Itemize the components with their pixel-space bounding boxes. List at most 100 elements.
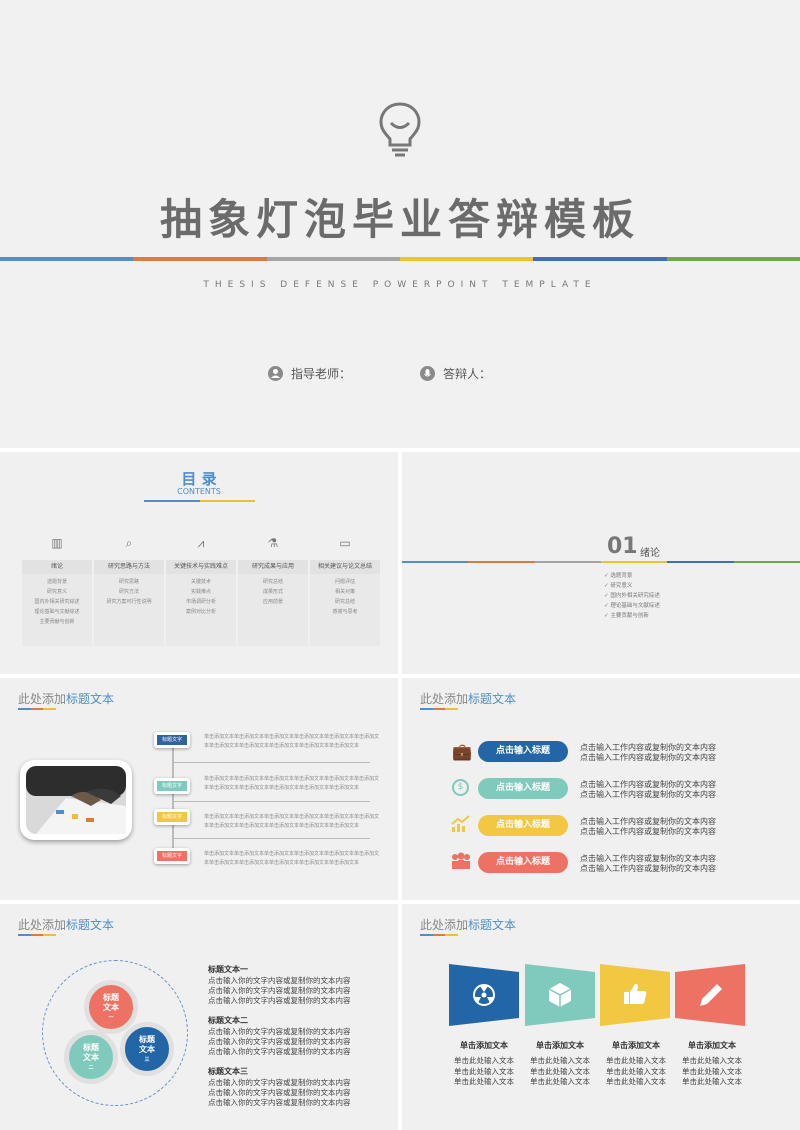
- column-title: 单击添加文本: [460, 1041, 508, 1050]
- team-icon: [452, 852, 470, 869]
- toc-underline: [144, 500, 255, 502]
- circle-node: 标题 文本一: [84, 980, 138, 1034]
- stripe-segment: [133, 257, 267, 261]
- compass-icon: ⩘: [197, 536, 205, 550]
- meeting-photo: [26, 766, 126, 834]
- column-banner: [600, 964, 670, 1026]
- toc-slide: 目 录 CONTENTS ▥ 绪论 选题背景 研究意义 国内外相关研究综述 理论…: [0, 452, 398, 674]
- toc-column-label: 研究思路与方法: [94, 560, 164, 574]
- defender-label: 答辩人：: [443, 367, 492, 381]
- row-text: 点击输入工作内容或复制你的文本内容 点击输入工作内容或复制你的文本内容: [580, 780, 716, 799]
- column-text: 单击此处输入文本 单击此处输入文本 单击此处输入文本: [530, 1056, 590, 1086]
- toc-item: 案例对比分析: [185, 609, 216, 615]
- slide-header: 此处添加标题文本: [18, 692, 115, 706]
- toc-item: 问题评估: [334, 579, 355, 585]
- row-text: 点击输入工作内容或复制你的文本内容 点击输入工作内容或复制你的文本内容: [580, 817, 716, 836]
- block-title: 标题文本二: [208, 1016, 248, 1025]
- person-icon: [268, 366, 283, 381]
- chapter-stripe: [402, 561, 800, 563]
- toc-column[interactable]: ⩘ 关键技术与实践难点 关键技术 实践难点 市场调研分析 案例对比分析: [166, 536, 236, 646]
- chapter-slide: 01 绪论 ✓ 选题背景 ✓ 研究意义 ✓ 国内外相关研究综述 ✓ 理论基础与文…: [402, 452, 800, 674]
- advisor-field: 指导老师：: [268, 365, 351, 382]
- header-underline: [18, 934, 57, 936]
- chapter-item: ✓ 理论基础与文献综述: [604, 603, 660, 609]
- timeline-text: 单击添加文本单击添加文本单击添加文本单击添加文本单击添加文本单击添加文 本单击添加…: [204, 734, 380, 749]
- title-pill[interactable]: 点击输入标题: [478, 852, 568, 873]
- toc-column-items: 问题评估 相关对策 研究总结 感谢与思考: [310, 574, 380, 646]
- color-stripe: [0, 257, 800, 261]
- microphone-icon: [420, 366, 435, 381]
- toc-item: 市场调研分析: [185, 599, 216, 605]
- divider: [174, 762, 370, 763]
- block-title: 标题文本一: [208, 965, 248, 974]
- toc-item: 研究思路: [118, 579, 139, 585]
- toc-item: 研究方案可行性说明: [106, 599, 152, 605]
- cover-subtitle: THESIS DEFENSE POWERPOINT TEMPLATE: [203, 280, 597, 290]
- divider: [174, 838, 370, 839]
- block-text: 点击输入你的文字内容或复制你的文本内容 点击输入你的文字内容或复制你的文本内容 点击…: [208, 1078, 351, 1107]
- chapter-list: ✓ 选题背景 ✓ 研究意义 ✓ 国内外相关研究综述 ✓ 理论基础与文献综述 ✓ …: [604, 571, 660, 621]
- toc-item: 主要贡献与创新: [39, 619, 75, 625]
- toc-column-items: 选题背景 研究意义 国内外相关研究综述 理论基础与文献综述 主要贡献与创新: [22, 574, 92, 646]
- timeline-tag: 标题文字: [154, 778, 190, 794]
- title-pill[interactable]: 点击输入标题: [478, 815, 568, 836]
- magnifier-icon: ⌕: [125, 536, 133, 550]
- title-pill[interactable]: 点击输入标题: [478, 778, 568, 799]
- toc-item: 相关对策: [334, 589, 355, 595]
- slide-header: 此处添加标题文本: [420, 918, 517, 932]
- list-slide: 此处添加标题文本 💼 点击输入标题 点击输入工作内容或复制你的文本内容 点击输入工…: [402, 678, 800, 900]
- timeline-axis: [172, 746, 174, 860]
- row-text: 点击输入工作内容或复制你的文本内容 点击输入工作内容或复制你的文本内容: [580, 743, 716, 762]
- stripe-segment: [533, 257, 667, 261]
- chapter-item: ✓ 选题背景: [604, 573, 633, 579]
- column-text: 单击此处输入文本 单击此处输入文本 单击此处输入文本: [454, 1056, 514, 1086]
- toc-column-items: 研究总结 成果形式 应用前景: [238, 574, 308, 646]
- timeline-tag: 标题文字: [154, 809, 190, 825]
- chapter-number: 01: [607, 534, 638, 559]
- toc-item: 感谢与思考: [332, 609, 358, 615]
- toc-column-items: 研究思路 研究方法 研究方案可行性说明: [94, 574, 164, 646]
- column-title: 单击添加文本: [536, 1041, 584, 1050]
- column-banner: [675, 964, 745, 1026]
- growth-chart-icon: [451, 815, 470, 832]
- stripe-segment: [666, 257, 800, 261]
- circles-slide: 此处添加标题文本 标题 文本一 标题 文本二 标题 文本三 标题文本一 点击输入你的文…: [0, 904, 398, 1130]
- column-banner: [449, 964, 519, 1026]
- chapter-item: ✓ 国内外相关研究综述: [604, 593, 660, 599]
- briefcase-icon: 💼: [452, 742, 472, 761]
- circle-node: 标题 文本二: [64, 1030, 118, 1084]
- column-title: 单击添加文本: [688, 1041, 736, 1050]
- timeline-text: 单击添加文本单击添加文本单击添加文本单击添加文本单击添加文本单击添加文 本单击添加…: [204, 814, 380, 829]
- timeline-text: 单击添加文本单击添加文本单击添加文本单击添加文本单击添加文本单击添加文 本单击添加…: [204, 851, 380, 866]
- toc-column[interactable]: ▭ 相关建议与论文总结 问题评估 相关对策 研究总结 感谢与思考: [310, 536, 380, 646]
- defender-field: 答辩人：: [420, 365, 491, 382]
- chapter-item: ✓ 研究意义: [604, 583, 633, 589]
- toc-column-label: 相关建议与论文总结: [310, 560, 380, 574]
- microscope-icon: ⚗: [267, 536, 279, 550]
- header-underline: [18, 708, 57, 710]
- toc-column[interactable]: ⌕ 研究思路与方法 研究思路 研究方法 研究方案可行性说明: [94, 536, 164, 646]
- toc-column[interactable]: ⚗ 研究成果与应用 研究总结 成果形式 应用前景: [238, 536, 308, 646]
- toc-item: 实践难点: [190, 589, 211, 595]
- monitor-icon: ▭: [339, 536, 351, 550]
- toc-title: 目 录: [181, 470, 217, 488]
- columns-slide: 此处添加标题文本 单击添加文本 单击此处输入文本 单击此处输入文本 单击此处输入文本…: [402, 904, 800, 1130]
- block-title: 标题文本三: [208, 1067, 248, 1076]
- stripe-segment: [266, 257, 400, 261]
- toc-item: 国内外相关研究综述: [34, 599, 80, 605]
- toc-column[interactable]: ▥ 绪论 选题背景 研究意义 国内外相关研究综述 理论基础与文献综述 主要贡献与…: [22, 536, 92, 646]
- circle-node: 标题 文本三: [120, 1022, 174, 1076]
- toc-item: 研究方法: [118, 589, 139, 595]
- toc-column-label: 研究成果与应用: [238, 560, 308, 574]
- column-text: 单击此处输入文本 单击此处输入文本 单击此处输入文本: [682, 1056, 742, 1086]
- toc-item: 研究总结: [262, 579, 283, 585]
- column-title: 单击添加文本: [612, 1041, 660, 1050]
- title-pill[interactable]: 点击输入标题: [478, 741, 568, 762]
- column-banner: [525, 964, 595, 1026]
- photo-frame: [20, 760, 132, 840]
- header-underline: [420, 934, 459, 936]
- block-text: 点击输入你的文字内容或复制你的文本内容 点击输入你的文字内容或复制你的文本内容 点击…: [208, 1027, 351, 1056]
- timeline-slide: 此处添加标题文本 标题文字 标题文字 标题文字 标题文字 单击添加文本单击添加文…: [0, 678, 398, 900]
- timeline-text: 单击添加文本单击添加文本单击添加文本单击添加文本单击添加文本单击添加文 本单击添加…: [204, 776, 380, 791]
- coin-icon: $: [452, 779, 469, 796]
